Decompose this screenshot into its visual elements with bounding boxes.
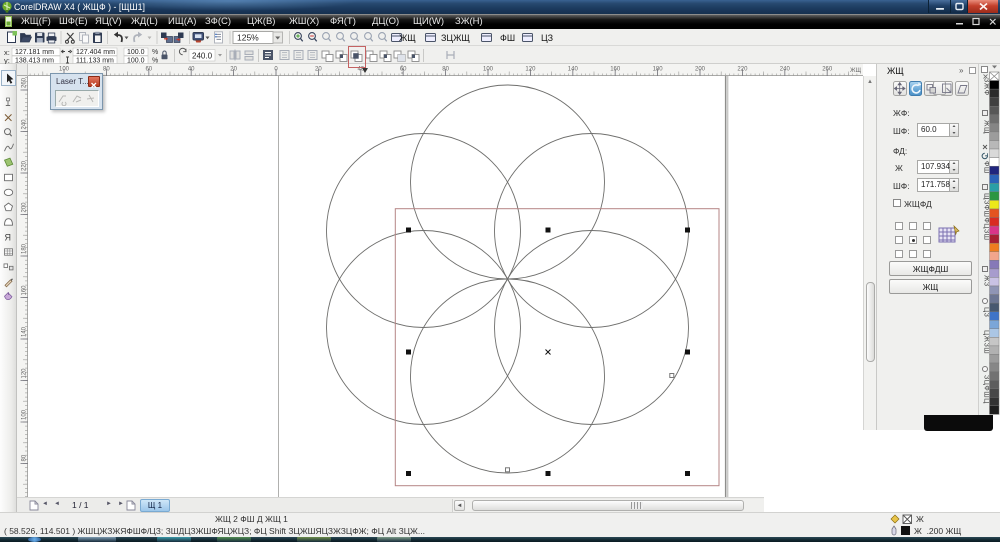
svg-text:80: 80 (103, 67, 110, 73)
svg-text:100: 100 (22, 409, 28, 420)
svg-text:160: 160 (610, 67, 621, 73)
svg-text:80: 80 (442, 67, 449, 73)
svg-text:240: 240 (22, 119, 28, 130)
svg-text:127.404 mm: 127.404 mm (76, 49, 115, 56)
svg-text:127.181 mm: 127.181 mm (15, 49, 54, 56)
svg-text:125%: 125% (237, 33, 259, 43)
svg-text:100.0: 100.0 (127, 57, 145, 64)
svg-text:%: % (152, 57, 158, 64)
svg-text:160: 160 (22, 285, 28, 296)
svg-text:180: 180 (653, 67, 664, 73)
svg-text:40: 40 (188, 67, 195, 73)
svg-text:240.0: 240.0 (192, 51, 213, 60)
svg-text:y:: y: (4, 56, 10, 64)
svg-text:120: 120 (525, 67, 536, 73)
svg-text:0: 0 (274, 67, 278, 73)
svg-text:20: 20 (315, 67, 322, 73)
svg-text:20: 20 (230, 67, 237, 73)
svg-text:220: 220 (22, 160, 28, 171)
svg-text:60: 60 (145, 67, 152, 73)
svg-text:200: 200 (695, 67, 706, 73)
svg-text:60: 60 (400, 67, 407, 73)
svg-text:140: 140 (22, 326, 28, 337)
svg-text:140: 140 (568, 67, 579, 73)
svg-text:220: 220 (737, 67, 748, 73)
svg-text:200: 200 (22, 202, 28, 213)
svg-text:120: 120 (22, 368, 28, 379)
svg-text:100.0: 100.0 (127, 49, 145, 56)
svg-text:260: 260 (22, 77, 28, 88)
svg-text:260: 260 (822, 67, 833, 73)
svg-text:240: 240 (780, 67, 791, 73)
svg-text:ЖЩ: ЖЩ (850, 68, 862, 74)
svg-text:138.413 mm: 138.413 mm (15, 57, 54, 64)
svg-text:180: 180 (22, 243, 28, 254)
svg-text:80: 80 (22, 454, 28, 461)
svg-text:100: 100 (59, 67, 70, 73)
svg-text:%: % (152, 49, 158, 56)
svg-text:111.133 mm: 111.133 mm (76, 57, 114, 64)
svg-text:Я: Я (5, 233, 12, 243)
svg-text:100: 100 (483, 67, 494, 73)
